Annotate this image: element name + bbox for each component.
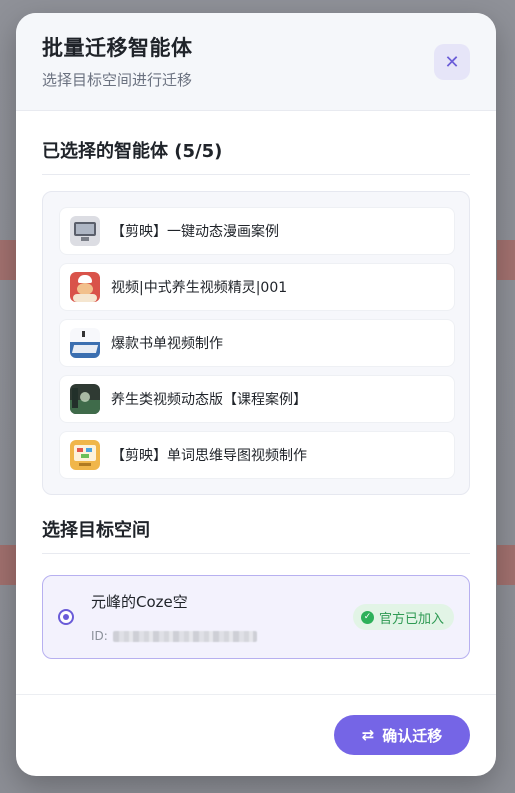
check-circle-icon: ✓	[360, 610, 374, 624]
confirm-migrate-button[interactable]: ⇄ 确认迁移	[334, 715, 470, 755]
close-icon: ✕	[444, 51, 460, 73]
confirm-migrate-label: 确认迁移	[382, 726, 443, 745]
monitor-thumbnail-icon	[70, 216, 100, 246]
selected-agents-title: 已选择的智能体 (5/5)	[42, 141, 223, 162]
book-thumbnail-icon	[70, 328, 100, 358]
section-divider	[42, 553, 470, 554]
status-badge: ✓ 官方已加入	[352, 604, 454, 630]
section-divider	[42, 174, 470, 175]
mindmap-thumbnail-icon	[70, 440, 100, 470]
agent-name: 爆款书单视频制作	[111, 336, 223, 352]
agent-name: 【剪映】一键动态漫画案例	[111, 224, 279, 240]
list-item: 爆款书单视频制作	[59, 319, 455, 367]
dialog-subtitle: 选择目标空间进行迁移	[42, 71, 193, 89]
selected-agent-list: 【剪映】一键动态漫画案例 视频|中式养生视频精灵|001 爆款书单视频制作 养生…	[42, 191, 470, 495]
target-space-option[interactable]: 元峰的Coze空 ID: ✓ 官方已加入	[42, 575, 470, 659]
agent-name: 【剪映】单词思维导图视频制作	[111, 448, 307, 464]
list-item: 【剪映】单词思维导图视频制作	[59, 431, 455, 479]
radio-selected-dot	[63, 614, 69, 620]
chef-thumbnail-icon	[70, 272, 100, 302]
agent-name: 养生类视频动态版【课程案例】	[111, 392, 307, 408]
batch-migrate-dialog: 批量迁移智能体 选择目标空间进行迁移 ✕ 已选择的智能体 (5/5) 【剪映】一…	[16, 13, 496, 776]
landscape-thumbnail-icon	[70, 384, 100, 414]
agent-name: 视频|中式养生视频精灵|001	[111, 280, 288, 296]
space-id-label: ID:	[91, 629, 108, 643]
close-button[interactable]: ✕	[434, 44, 470, 80]
dialog-title: 批量迁移智能体	[42, 36, 193, 60]
footer-divider	[16, 694, 496, 695]
background-band	[497, 545, 515, 585]
status-badge-text: 官方已加入	[378, 611, 444, 627]
list-item: 视频|中式养生视频精灵|001	[59, 263, 455, 311]
swap-icon: ⇄	[361, 726, 375, 744]
list-item: 【剪映】一键动态漫画案例	[59, 207, 455, 255]
dialog-header: 批量迁移智能体 选择目标空间进行迁移 ✕	[16, 13, 496, 111]
space-radio-button[interactable]	[58, 609, 74, 625]
space-id-redacted	[113, 631, 257, 642]
background-band	[497, 240, 515, 280]
list-item: 养生类视频动态版【课程案例】	[59, 375, 455, 423]
target-space-title: 选择目标空间	[42, 520, 150, 541]
space-name: 元峰的Coze空	[91, 593, 188, 611]
